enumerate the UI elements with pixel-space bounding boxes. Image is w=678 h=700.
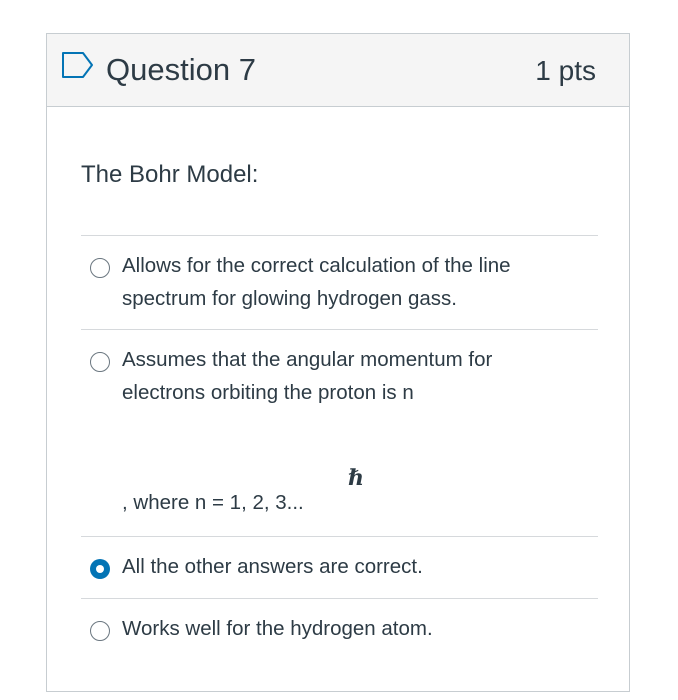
question-text: The Bohr Model: bbox=[81, 161, 259, 188]
question-header: Question 7 1 pts bbox=[47, 34, 629, 107]
answer-2-line-2: electrons orbiting the proton is n bbox=[122, 381, 414, 404]
answer-divider bbox=[81, 329, 598, 330]
answer-divider bbox=[81, 598, 598, 599]
answer-2-line-3: , where n = 1, 2, 3... bbox=[122, 491, 304, 514]
answer-option-2[interactable]: Assumes that the angular momentum for el… bbox=[81, 342, 598, 532]
answer-option-4[interactable]: Works well for the hydrogen atom. bbox=[81, 611, 598, 659]
answer-4-line-1: Works well for the hydrogen atom. bbox=[122, 617, 433, 640]
radio-button-4[interactable] bbox=[90, 621, 110, 641]
radio-button-2[interactable] bbox=[90, 352, 110, 372]
answer-1-line-2: spectrum for glowing hydrogen gass. bbox=[122, 287, 458, 310]
h-bar-symbol: ℏ bbox=[348, 465, 364, 491]
question-points: 1 pts bbox=[535, 55, 596, 86]
answer-3-line-1: All the other answers are correct. bbox=[122, 555, 423, 578]
radio-button-3-selected[interactable] bbox=[90, 559, 110, 579]
answer-divider bbox=[81, 536, 598, 537]
question-card: Question 7 1 pts The Bohr Model: Allows … bbox=[46, 33, 630, 692]
bookmark-flag-icon[interactable] bbox=[61, 51, 95, 79]
answer-option-3[interactable]: All the other answers are correct. bbox=[81, 549, 598, 597]
question-title: Question 7 bbox=[106, 52, 256, 87]
answer-1-line-1: Allows for the correct calculation of th… bbox=[122, 254, 511, 277]
answer-divider bbox=[81, 235, 598, 236]
answer-option-1[interactable]: Allows for the correct calculation of th… bbox=[81, 248, 598, 328]
answer-2-line-1: Assumes that the angular momentum for bbox=[122, 348, 493, 371]
radio-button-1[interactable] bbox=[90, 258, 110, 278]
